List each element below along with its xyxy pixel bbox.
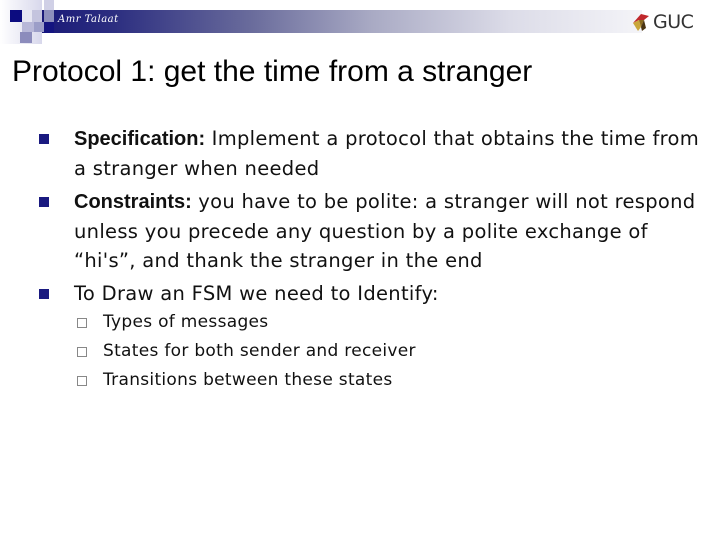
guc-logo-icon <box>633 14 649 31</box>
hollow-square-bullet-icon <box>77 347 87 357</box>
sub-bullet-text: States for both sender and receiver <box>103 341 416 361</box>
square-bullet-icon <box>39 197 49 207</box>
guc-logo: GUC <box>630 9 694 35</box>
hollow-square-bullet-icon <box>77 318 87 328</box>
hollow-square-bullet-icon <box>77 376 87 386</box>
author-name: Amr Talaat <box>58 14 119 25</box>
sub-bullet: Transitions between these states <box>37 366 707 395</box>
guc-logo-text: GUC <box>653 11 694 33</box>
slide-title: Protocol 1: get the time from a stranger <box>12 55 533 88</box>
bullet-text: To Draw an FSM we need to Identify: <box>74 282 439 305</box>
header-decoration-square <box>22 10 32 22</box>
slide-content: Specification: Implement a protocol that… <box>37 124 707 395</box>
bullet-specification: Specification: Implement a protocol that… <box>37 124 707 183</box>
header-decoration-square <box>20 32 32 43</box>
bullet-label: Specification: <box>74 128 206 150</box>
sub-bullet-text: Transitions between these states <box>103 370 393 390</box>
header-decoration-square <box>34 22 44 32</box>
bullet-constraints: Constraints: you have to be polite: a st… <box>37 187 707 275</box>
header-decoration-square <box>44 22 54 33</box>
square-bullet-icon <box>39 134 49 144</box>
header-band <box>42 10 642 33</box>
header-decoration-square <box>44 0 54 10</box>
sub-bullet-text: Types of messages <box>103 312 269 332</box>
square-bullet-icon <box>39 289 49 299</box>
header-decoration-square <box>10 10 22 22</box>
bullet-label: Constraints: <box>74 191 192 213</box>
header-decoration-square <box>44 10 54 22</box>
bullet-fsm: To Draw an FSM we need to Identify: <box>37 279 707 308</box>
sub-bullet: Types of messages <box>37 308 707 337</box>
header-decoration-square <box>22 22 34 32</box>
sub-bullet: States for both sender and receiver <box>37 337 707 366</box>
